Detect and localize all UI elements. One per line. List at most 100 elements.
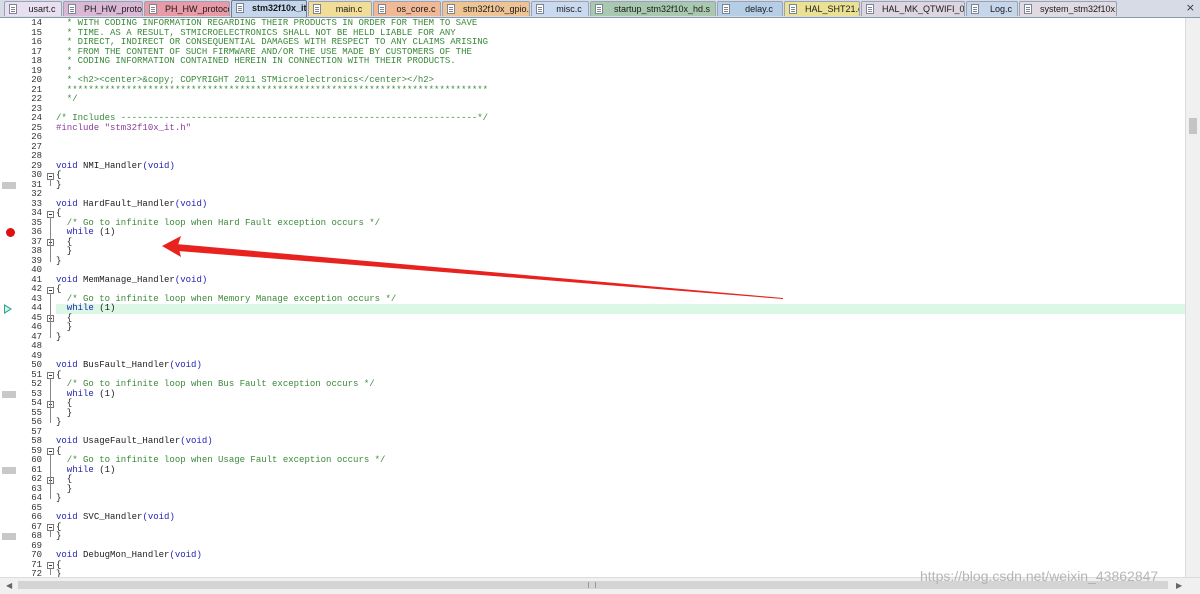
vertical-scrollbar[interactable]: [1185, 18, 1200, 577]
gutter-marker: [2, 533, 16, 540]
code-line[interactable]: while (1): [56, 465, 1185, 476]
code-line[interactable]: }: [56, 531, 1185, 542]
gutter-marker: [2, 390, 16, 398]
code-token: void: [56, 274, 84, 285]
code-line[interactable]: [56, 504, 1185, 514]
code-token: (void): [169, 360, 202, 370]
code-line[interactable]: while (1): [56, 227, 1185, 238]
code-line[interactable]: {: [56, 170, 1185, 181]
code-line[interactable]: [56, 190, 1185, 200]
file-icon: [1024, 4, 1032, 14]
code-line[interactable]: }: [56, 180, 1185, 191]
tab-stm32f10x-gpio-c[interactable]: stm32f10x_gpio.c: [442, 1, 530, 16]
fold-guide: [50, 378, 51, 423]
code-token: {: [56, 445, 62, 456]
line-number: 72: [31, 569, 42, 577]
code-token: * FROM THE CONTENT OF SUCH FIRMWARE AND/…: [56, 46, 472, 57]
tab-hal-sht21-c[interactable]: HAL_SHT21.c: [784, 1, 860, 16]
code-token: * TIME. AS A RESULT, STMICROELECTRONICS …: [56, 27, 456, 38]
code-token: * CODING INFORMATION CONTAINED HEREIN IN…: [56, 56, 456, 66]
code-line[interactable]: #include "stm32f10x_it.h": [56, 123, 1185, 134]
tab-system-stm32f10x-c[interactable]: system_stm32f10x.c: [1019, 1, 1117, 16]
tab-os-core-c[interactable]: os_core.c: [373, 1, 441, 16]
tab-ph-hw-protocol-h[interactable]: PH_HW_protocol.h: [63, 1, 143, 16]
code-line[interactable]: [56, 428, 1185, 438]
tab-startup-stm32f10x-hd-s[interactable]: startup_stm32f10x_hd.s: [590, 1, 716, 16]
code-line[interactable]: void MemManage_Handler(void): [56, 274, 1185, 286]
code-line[interactable]: while (1): [56, 303, 1185, 314]
code-token: (void): [142, 512, 175, 522]
code-line[interactable]: }: [56, 332, 1185, 343]
tab-log-c[interactable]: Log.c: [966, 1, 1018, 16]
tab-misc-c[interactable]: misc.c: [531, 1, 589, 16]
code-line[interactable]: {: [56, 398, 1185, 409]
code-token: DebugMon_Handler: [83, 550, 170, 560]
code-token: (void): [180, 436, 213, 446]
code-token: * <h2><center>&copy; COPYRIGHT 2011 STMi…: [56, 75, 435, 85]
fold-guide: [50, 454, 51, 499]
code-line[interactable]: /* Go to infinite loop when Hard Fault e…: [56, 218, 1185, 229]
code-line[interactable]: void BusFault_Handler(void): [56, 360, 1185, 371]
code-line[interactable]: /* Go to infinite loop when Usage Fault …: [56, 455, 1185, 466]
code-line[interactable]: */: [56, 94, 1185, 105]
close-tab-icon[interactable]: ×: [1186, 1, 1195, 15]
code-line[interactable]: /* Includes ----------------------------…: [56, 113, 1185, 124]
code-line[interactable]: void HardFault_Handler(void): [56, 198, 1185, 210]
code-line[interactable]: /* Go to infinite loop when Bus Fault ex…: [56, 379, 1185, 390]
vertical-scrollbar-thumb[interactable]: [1189, 118, 1197, 134]
tab-hal-mk-qtwifi-05-c[interactable]: HAL_MK_QTWIFI_05.c: [861, 1, 965, 16]
code-line[interactable]: {: [56, 313, 1185, 324]
tab-usart-c[interactable]: usart.c: [4, 1, 62, 16]
code-line[interactable]: /* Go to infinite loop when Memory Manag…: [56, 294, 1185, 305]
tab-ph-hw-protocol-c[interactable]: PH_HW_protocol.c: [144, 1, 230, 16]
code-token: }: [56, 569, 62, 577]
tab-main-c[interactable]: main.c: [308, 1, 372, 16]
code-line[interactable]: {: [56, 237, 1185, 248]
line-number-gutter[interactable]: 14 15 16 17 18 19 20 21 22 23 24 25 26 27 28 29 30 31 32 33…: [0, 18, 56, 577]
tab-stm32f10x-it-c[interactable]: stm32f10x_it.c: [231, 0, 307, 17]
code-line[interactable]: void UsageFault_Handler(void): [56, 436, 1185, 447]
scroll-right-icon[interactable]: ▶: [1176, 581, 1182, 590]
code-line[interactable]: [56, 342, 1185, 352]
code-line[interactable]: {: [56, 522, 1185, 533]
code-line[interactable]: }: [56, 246, 1185, 257]
code-token: }: [56, 255, 62, 266]
code-line[interactable]: [56, 143, 1185, 153]
file-tab-bar: usart.c PH_HW_protocol.h PH_HW_protocol.c s…: [0, 0, 1200, 18]
code-token: * WITH CODING INFORMATION REGARDING THEI…: [56, 18, 478, 28]
code-token: /* Includes ----------------------------…: [56, 113, 489, 123]
code-line[interactable]: }: [56, 484, 1185, 495]
code-line[interactable]: ****************************************…: [56, 85, 1185, 96]
code-token: }: [56, 531, 62, 541]
code-line[interactable]: [56, 133, 1185, 143]
code-line[interactable]: }: [56, 255, 1185, 267]
code-token: NMI_Handler: [83, 160, 143, 171]
code-line[interactable]: [56, 266, 1185, 276]
code-token: {: [56, 398, 73, 408]
code-token: }: [56, 246, 73, 256]
code-line[interactable]: [56, 152, 1185, 162]
code-line[interactable]: }: [56, 408, 1185, 419]
code-editor[interactable]: * WITH CODING INFORMATION REGARDING THEI…: [56, 18, 1185, 577]
code-line[interactable]: void SVC_Handler(void): [56, 512, 1185, 523]
breakpoint-icon[interactable]: [6, 228, 15, 237]
code-token: HardFault_Handler: [83, 198, 175, 209]
code-line[interactable]: {: [56, 474, 1185, 485]
code-line[interactable]: while (1): [56, 389, 1185, 400]
code-line[interactable]: void NMI_Handler(void): [56, 160, 1185, 172]
code-line[interactable]: [56, 542, 1185, 552]
fold-guide: [50, 293, 51, 338]
code-token: UsageFault_Handler: [83, 436, 181, 446]
code-line[interactable]: [56, 352, 1185, 362]
tab-delay-c[interactable]: delay.c: [717, 1, 783, 16]
scroll-left-icon[interactable]: ◀: [6, 581, 12, 590]
code-line[interactable]: }: [56, 322, 1185, 333]
code-token: MemManage_Handler: [83, 274, 175, 285]
code-line[interactable]: * CODING INFORMATION CONTAINED HEREIN IN…: [56, 56, 1185, 67]
code-token: void: [56, 550, 84, 560]
code-line[interactable]: void DebugMon_Handler(void): [56, 550, 1185, 561]
code-token: {: [56, 559, 62, 570]
code-line[interactable]: }: [56, 493, 1185, 504]
file-icon: [595, 4, 603, 14]
code-line[interactable]: }: [56, 417, 1185, 428]
